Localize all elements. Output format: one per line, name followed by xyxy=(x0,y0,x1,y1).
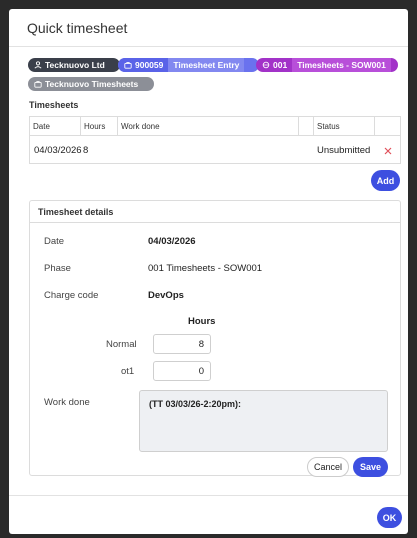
hours-header: Hours xyxy=(188,316,216,327)
dialog-header: Quick timesheet xyxy=(9,9,408,47)
normal-hours-input[interactable] xyxy=(153,334,211,354)
company-chip-label: Tecknuovo Ltd xyxy=(45,60,105,70)
charge-code-value: DevOps xyxy=(148,290,184,301)
phase-code: 001 xyxy=(273,60,288,70)
company-chip[interactable]: Tecknuovo Ltd xyxy=(28,58,120,72)
timesheet-entry-chip[interactable]: 900059 Timesheet Entry xyxy=(118,58,259,72)
charge-code-label: Charge code xyxy=(44,290,99,301)
date-value: 04/03/2026 xyxy=(148,236,196,247)
row-hours: 8 xyxy=(83,145,89,156)
phase-icon xyxy=(262,61,270,69)
col-header-hours[interactable]: Hours xyxy=(81,117,118,136)
table-header: Date Hours Work done Status xyxy=(30,117,400,136)
ot1-hours-label: ot1 xyxy=(121,366,135,377)
phase-value: 001 Timesheets - SOW001 xyxy=(148,263,263,274)
col-header-work-done[interactable]: Work done xyxy=(118,117,299,136)
row-date: 04/03/2026 xyxy=(34,145,82,156)
dialog-title: Quick timesheet xyxy=(27,20,128,36)
phase-chip[interactable]: 001 Timesheets - SOW001 xyxy=(256,58,398,72)
entry-label: Timesheet Entry xyxy=(173,60,240,70)
org-icon xyxy=(34,61,42,69)
col-header-blank xyxy=(299,117,314,136)
delete-row-icon[interactable] xyxy=(383,146,393,156)
briefcase-icon xyxy=(124,62,132,69)
normal-hours-label: Normal xyxy=(106,339,137,350)
col-header-date[interactable]: Date xyxy=(30,117,81,136)
col-header-status[interactable]: Status xyxy=(314,117,375,136)
ok-button[interactable]: OK xyxy=(377,507,402,528)
phase-label: Timesheets - SOW001 xyxy=(297,60,386,70)
work-done-label: Work done xyxy=(44,397,90,408)
row-status: Unsubmitted xyxy=(317,145,371,156)
work-done-textarea[interactable]: (TT 03/03/26-2:20pm): xyxy=(139,390,388,452)
details-header: Timesheet details xyxy=(30,201,400,223)
entry-code: 900059 xyxy=(135,60,164,70)
quick-timesheet-dialog: Quick timesheet Tecknuovo Ltd 900059 Tim… xyxy=(9,9,408,534)
timesheets-table: Date Hours Work done Status 04/03/2026 8… xyxy=(29,116,401,164)
timesheets-label: Timesheets xyxy=(29,100,79,110)
group-chip-label: Tecknuovo Timesheets xyxy=(45,79,139,89)
date-label: Date xyxy=(44,236,65,247)
details-header-label: Timesheet details xyxy=(38,207,114,217)
save-button[interactable]: Save xyxy=(353,457,388,477)
cancel-button[interactable]: Cancel xyxy=(307,457,349,477)
footer-divider xyxy=(9,495,408,496)
timesheet-group-chip[interactable]: Tecknuovo Timesheets xyxy=(28,77,154,91)
phase-label: Phase xyxy=(44,263,71,274)
add-button[interactable]: Add xyxy=(371,170,400,191)
briefcase-icon xyxy=(34,81,42,88)
ot1-hours-input[interactable] xyxy=(153,361,211,381)
